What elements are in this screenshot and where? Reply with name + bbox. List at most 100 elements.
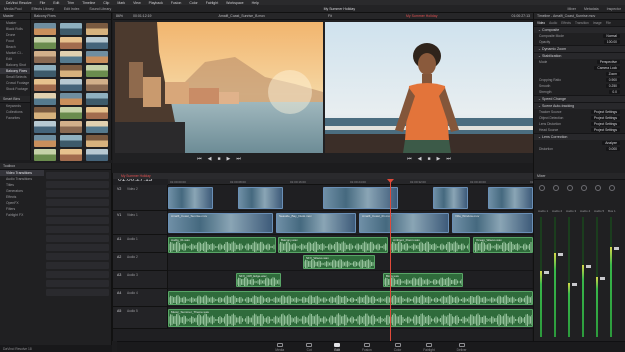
video-clip[interactable]: Amalfi_Coast_01.mov: [359, 213, 449, 233]
mixer-pan-knob-icon[interactable]: [567, 185, 573, 191]
inspector-row-value[interactable]: Analyze: [602, 141, 620, 145]
effect-item[interactable]: [46, 244, 109, 251]
media-thumbnail[interactable]: [60, 93, 82, 105]
toolbar-button[interactable]: Inspector: [607, 7, 621, 11]
inspector-section-header[interactable]: ⌄ Lens Correction: [534, 133, 625, 140]
audio-clip[interactable]: Music_Summer_Theme.wav: [168, 309, 533, 327]
menu-item[interactable]: Edit: [53, 1, 59, 5]
inspector-row-value[interactable]: Normal: [603, 34, 620, 38]
menu-item[interactable]: Workspace: [226, 1, 243, 5]
media-thumbnail[interactable]: [86, 37, 108, 49]
menu-item[interactable]: Mark: [117, 1, 125, 5]
inspector-row-value[interactable]: Camera Lock: [594, 66, 620, 70]
effect-item[interactable]: [46, 172, 109, 179]
effect-item[interactable]: [46, 199, 109, 206]
next-frame-icon[interactable]: ⏭: [236, 156, 241, 162]
inspector-tab[interactable]: Effects: [561, 21, 571, 25]
source-image[interactable]: [115, 22, 323, 153]
effects-category[interactable]: Fairlight FX: [0, 212, 44, 218]
toolbar-button[interactable]: Media Pool: [4, 7, 22, 11]
menu-item[interactable]: DaVinci Resolve: [6, 1, 32, 5]
audio-clip[interactable]: Audio_01.wav: [168, 237, 276, 253]
menu-item[interactable]: File: [40, 1, 46, 5]
bin-item[interactable]: Stock Footage: [0, 86, 30, 92]
inspector-section-header[interactable]: ⌄ Stabilization: [534, 52, 625, 59]
source-zoom[interactable]: 86%: [116, 14, 123, 18]
toolbar-button[interactable]: Effects Library: [32, 7, 54, 11]
mixer-fader[interactable]: [614, 247, 619, 250]
media-thumbnail[interactable]: [60, 107, 82, 119]
inspector-section-header[interactable]: ⌄ Scene Auto-tracking: [534, 102, 625, 109]
mixer-pan-knob-icon[interactable]: [581, 185, 587, 191]
mixer-pan-knob-icon[interactable]: [539, 185, 545, 191]
inspector-row-value[interactable]: Project Settings: [590, 128, 620, 132]
inspector-section-header[interactable]: ⌄ Dynamic Zoom: [534, 45, 625, 52]
video-clip[interactable]: Seaside_Bay_Dusk.mov: [276, 213, 356, 233]
effect-item[interactable]: [46, 280, 109, 287]
menu-item[interactable]: Fairlight: [206, 1, 218, 5]
video-clip[interactable]: [488, 187, 533, 209]
play-icon[interactable]: ▶: [437, 156, 441, 162]
effect-item[interactable]: [46, 226, 109, 233]
play-icon[interactable]: ▶: [227, 156, 231, 162]
media-thumbnail[interactable]: [86, 65, 108, 77]
media-thumbnail[interactable]: [86, 79, 108, 91]
media-thumbnail[interactable]: [34, 51, 56, 63]
prev-frame-icon[interactable]: ⏮: [407, 156, 412, 162]
inspector-section-header[interactable]: ⌄ Speed Change: [534, 95, 625, 102]
inspector-tab[interactable]: File: [606, 21, 611, 25]
inspector-row-value[interactable]: 0.250: [605, 84, 620, 88]
effect-item[interactable]: [46, 289, 109, 296]
inspector-row-value[interactable]: Project Settings: [590, 110, 620, 114]
effect-item[interactable]: [46, 217, 109, 224]
media-thumbnail[interactable]: [34, 135, 56, 147]
prev-frame-icon[interactable]: ⏮: [197, 156, 202, 162]
inspector-tab[interactable]: Audio: [549, 21, 557, 25]
media-thumbnail[interactable]: [60, 149, 82, 161]
page-tab-cut[interactable]: Cut: [306, 342, 313, 352]
media-thumbnail[interactable]: [34, 79, 56, 91]
inspector-row-value[interactable]: Perspective: [596, 60, 620, 64]
video-clip[interactable]: Amalfi_Coast_Sunrise.mov: [168, 213, 273, 233]
menu-item[interactable]: Playback: [149, 1, 163, 5]
smart-bin-item[interactable]: Favorites: [0, 115, 30, 121]
mixer-fader[interactable]: [544, 271, 549, 274]
stop-icon[interactable]: ■: [427, 156, 430, 162]
media-thumbnail[interactable]: [60, 65, 82, 77]
media-thumbnail[interactable]: [86, 23, 108, 35]
page-tab-fusion[interactable]: Fusion: [362, 342, 372, 352]
media-thumbnail[interactable]: [60, 135, 82, 147]
media-thumbnail[interactable]: [86, 149, 108, 161]
menu-item[interactable]: View: [133, 1, 141, 5]
media-thumbnail[interactable]: [34, 107, 56, 119]
menu-item[interactable]: Color: [189, 1, 197, 5]
media-thumbnail[interactable]: [34, 23, 56, 35]
effect-item[interactable]: [46, 271, 109, 278]
media-thumbnail[interactable]: [34, 37, 56, 49]
play-reverse-icon[interactable]: ◀: [418, 156, 422, 162]
video-clip[interactable]: [168, 187, 213, 209]
audio-clip[interactable]: Ambient_Room.wav: [390, 237, 470, 253]
media-thumbnail[interactable]: [34, 121, 56, 133]
inspector-row-value[interactable]: 0.0: [609, 90, 620, 94]
media-thumbnail[interactable]: [86, 135, 108, 147]
mixer-fader[interactable]: [600, 277, 605, 280]
mixer-fader[interactable]: [572, 283, 577, 286]
menu-item[interactable]: Fusion: [171, 1, 182, 5]
toolbar-button[interactable]: Mixer: [567, 7, 576, 11]
inspector-row-value[interactable]: 0.000: [605, 147, 620, 151]
media-thumbnail[interactable]: [86, 121, 108, 133]
mixer-pan-knob-icon[interactable]: [609, 185, 615, 191]
toolbar-button[interactable]: Metadata: [584, 7, 599, 11]
page-tab-deliver[interactable]: Deliver: [457, 342, 467, 352]
inspector-section-header[interactable]: ⌄ Composite: [534, 26, 625, 33]
menu-item[interactable]: Trim: [67, 1, 74, 5]
media-thumbnail[interactable]: [86, 93, 108, 105]
timeline-image[interactable]: [325, 22, 533, 153]
play-reverse-icon[interactable]: ◀: [208, 156, 212, 162]
effect-item[interactable]: [46, 181, 109, 188]
toolbar-button[interactable]: Edit Index: [64, 7, 80, 11]
inspector-row-value[interactable]: 100.00: [603, 40, 620, 44]
media-thumbnail[interactable]: [86, 107, 108, 119]
timeline-viewer-name[interactable]: My Summer Holiday: [342, 14, 502, 18]
